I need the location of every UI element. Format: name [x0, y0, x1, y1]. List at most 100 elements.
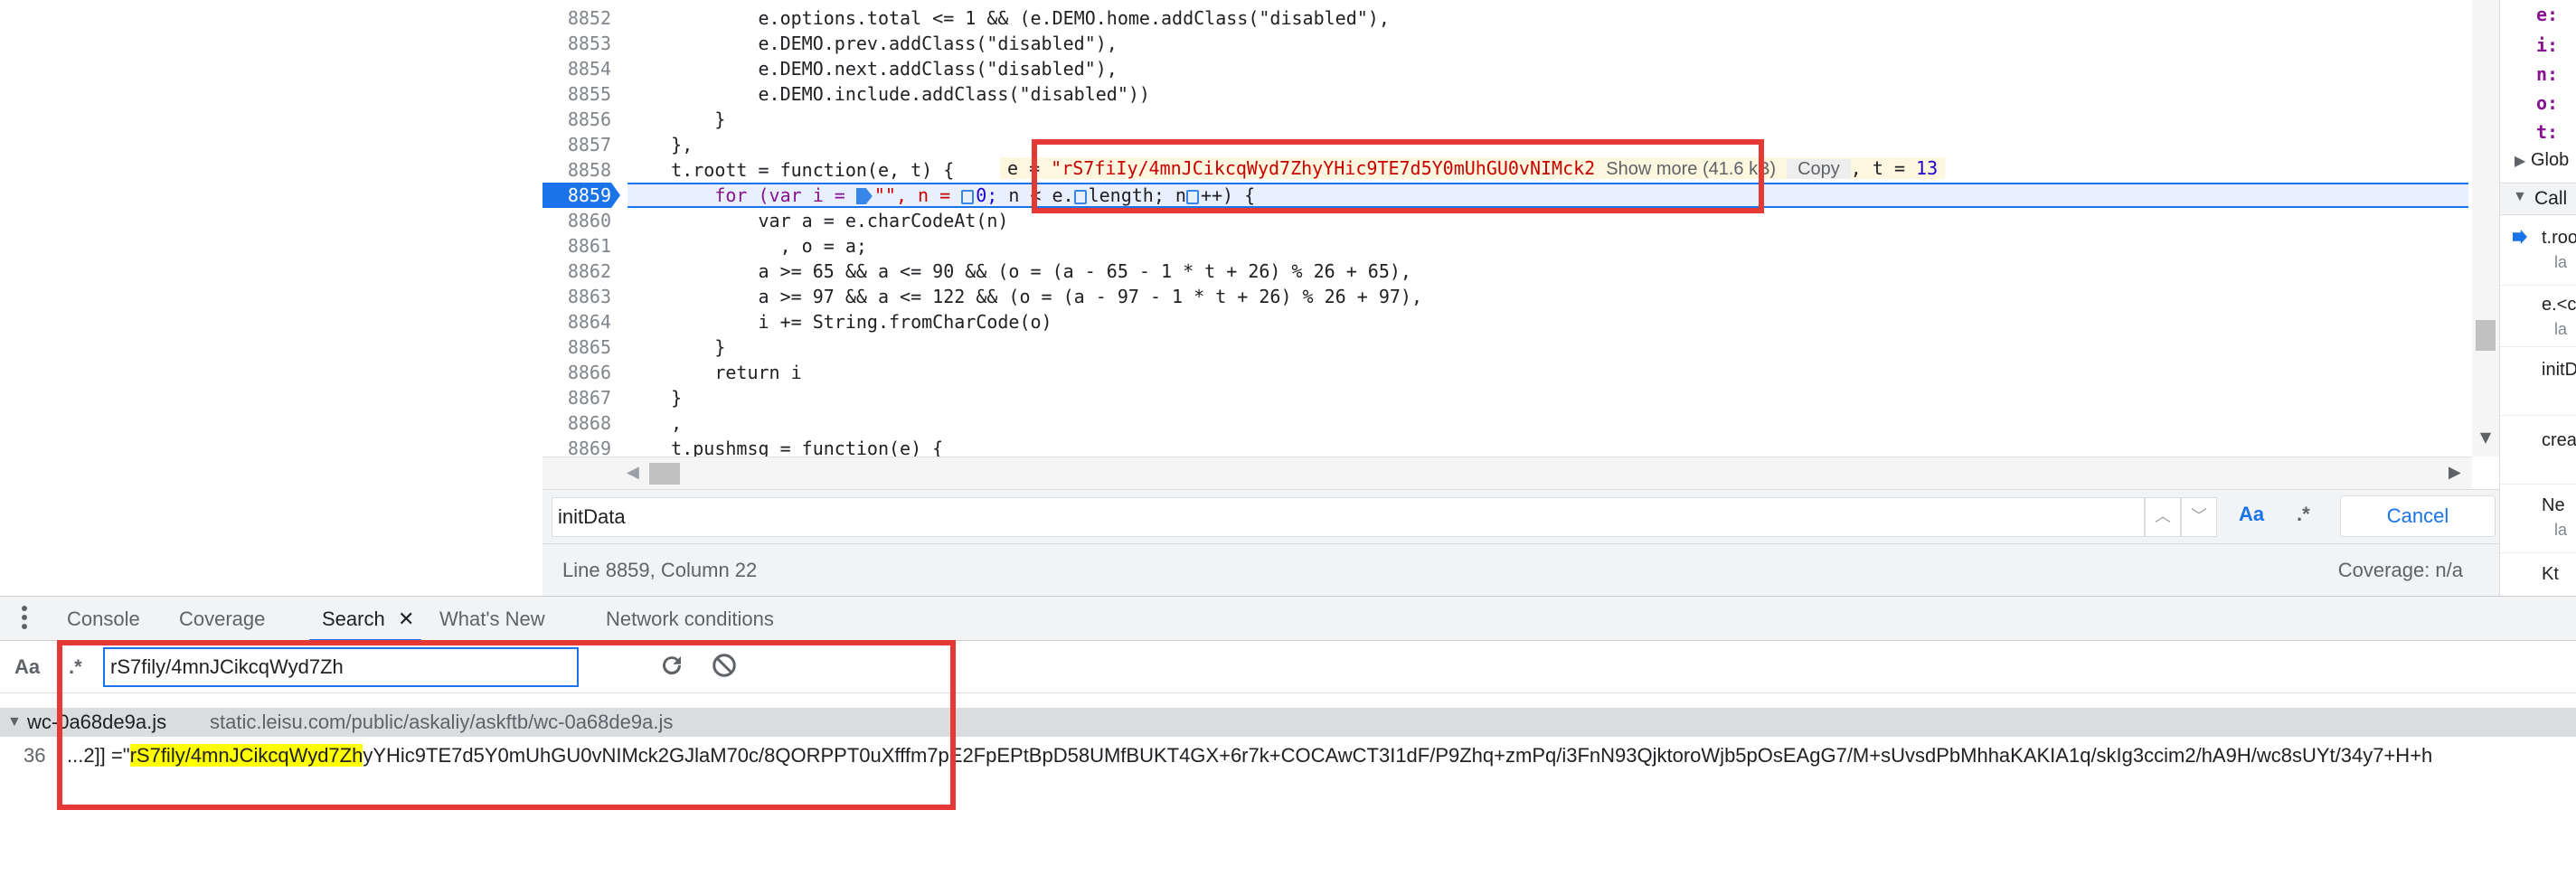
- result-file-name: wc-0a68de9a.js: [27, 711, 167, 733]
- line-number[interactable]: 8858: [543, 157, 611, 183]
- horizontal-scrollbar[interactable]: ◀ ▶: [543, 457, 2472, 489]
- line-number[interactable]: 8866: [543, 360, 611, 385]
- frame-name: crea: [2542, 430, 2576, 450]
- refresh-icon[interactable]: [658, 652, 685, 679]
- line-number[interactable]: 8854: [543, 56, 611, 81]
- frame-location: la: [2554, 253, 2568, 271]
- line-number[interactable]: 8857: [543, 132, 611, 157]
- call-stack-label: Call: [2534, 188, 2568, 209]
- vertical-scroll-thumb[interactable]: [2476, 320, 2496, 351]
- call-stack-header[interactable]: ▼ Call: [2500, 183, 2576, 215]
- scope-variable[interactable]: e:: [2536, 4, 2558, 25]
- scope-variable[interactable]: i:: [2536, 34, 2558, 56]
- call-frame[interactable]: Kt: [2500, 553, 2576, 597]
- drawer-menu-kebab-icon[interactable]: [22, 606, 29, 633]
- scope-variable[interactable]: n:: [2536, 63, 2558, 85]
- line-number[interactable]: 8853: [543, 31, 611, 56]
- close-search-tab-icon[interactable]: ✕: [398, 597, 414, 642]
- frame-location: la: [2554, 521, 2568, 539]
- call-frame[interactable]: e.<c la: [2500, 286, 2576, 347]
- coverage-status[interactable]: Coverage: n/a: [2338, 559, 2463, 582]
- code-line[interactable]: }: [627, 334, 2468, 360]
- code-segment: length; n: [1088, 184, 1186, 206]
- line-number[interactable]: 8864: [543, 309, 611, 334]
- line-number[interactable]: 8865: [543, 334, 611, 360]
- code-line[interactable]: e.DEMO.prev.addClass("disabled"),: [627, 31, 2468, 56]
- drawer-tab-bar: Console Coverage Search ✕ What's New Net…: [0, 596, 2576, 642]
- line-number[interactable]: 8868: [543, 410, 611, 436]
- match-case-toggle[interactable]: Aa: [14, 655, 40, 679]
- code-line[interactable]: var a = e.charCodeAt(n): [627, 208, 2468, 233]
- code-line[interactable]: e.options.total <= 1 && (e.DEMO.home.add…: [627, 5, 2468, 31]
- scroll-right-arrow-icon[interactable]: ▶: [2449, 463, 2461, 482]
- match-case-toggle[interactable]: Aa: [2239, 503, 2264, 526]
- code-segment: ++) {: [1200, 184, 1256, 206]
- regex-toggle[interactable]: .*: [69, 655, 82, 679]
- inline-breakpoint-icon[interactable]: [1073, 190, 1087, 204]
- line-number[interactable]: 8852: [543, 5, 611, 31]
- line-number[interactable]: 8856: [543, 107, 611, 132]
- call-frame[interactable]: Ne la: [2500, 485, 2576, 553]
- tab-coverage[interactable]: Coverage: [179, 597, 265, 642]
- clear-search-icon[interactable]: [711, 652, 738, 679]
- inline-breakpoint-icon[interactable]: [855, 188, 873, 204]
- code-line[interactable]: }: [627, 385, 2468, 410]
- cancel-button[interactable]: Cancel: [2340, 495, 2496, 537]
- inline-breakpoint-icon[interactable]: [961, 190, 975, 204]
- result-match-highlight: rS7fily/4mnJCikcqWyd7Zh: [129, 744, 363, 767]
- code-line[interactable]: a >= 65 && a <= 90 && (o = (a - 65 - 1 *…: [627, 259, 2468, 284]
- code-line[interactable]: ,: [627, 410, 2468, 436]
- tab-network-conditions[interactable]: Network conditions: [606, 597, 774, 642]
- code-editor[interactable]: 8852 8853 8854 8855 8856 8857 8858 8859 …: [543, 0, 2470, 488]
- search-input[interactable]: rS7fily/4mnJCikcqWyd7Zh: [103, 647, 579, 687]
- line-number[interactable]: 8855: [543, 81, 611, 107]
- code-line[interactable]: e.DEMO.next.addClass("disabled"),: [627, 56, 2468, 81]
- scroll-left-arrow-icon[interactable]: ◀: [627, 463, 639, 482]
- line-number[interactable]: 8861: [543, 233, 611, 259]
- code-line[interactable]: , o = a;: [627, 233, 2468, 259]
- result-line-number: 36: [24, 744, 46, 767]
- horizontal-scroll-thumb[interactable]: [649, 463, 680, 485]
- line-number[interactable]: 8867: [543, 385, 611, 410]
- global-scope-row[interactable]: ▶ Glob: [2500, 148, 2576, 179]
- find-next-chevron-down-icon[interactable]: ﹀: [2181, 497, 2217, 537]
- scope-variable[interactable]: t:: [2536, 121, 2558, 143]
- global-scope-label: Glob: [2531, 150, 2570, 170]
- tab-console[interactable]: Console: [67, 597, 140, 642]
- copy-button[interactable]: Copy: [1787, 159, 1851, 179]
- code-line[interactable]: i += String.fromCharCode(o): [627, 309, 2468, 334]
- line-number-gutter[interactable]: 8852 8853 8854 8855 8856 8857 8858 8859 …: [543, 0, 620, 488]
- find-previous-chevron-up-icon[interactable]: ︿: [2145, 497, 2181, 537]
- code-line[interactable]: a >= 97 && a <= 122 && (o = (a - 97 - 1 …: [627, 284, 2468, 309]
- code-line[interactable]: return i: [627, 360, 2468, 385]
- current-line-number-breakpoint[interactable]: 8859: [543, 183, 620, 208]
- code-line[interactable]: },: [627, 132, 2468, 157]
- call-frame[interactable]: crea: [2500, 416, 2576, 485]
- current-execution-line[interactable]: for (var i = "", n = 0; n < e. length; n +…: [627, 183, 2468, 208]
- scope-variable[interactable]: o:: [2536, 92, 2558, 114]
- inline-value-hint[interactable]: e = "rS7fiIy/4mnJCikcqWyd7ZhyYHic9TE7d5Y…: [1000, 157, 1946, 179]
- search-result-row[interactable]: 36 ...2]] ="rS7fily/4mnJCikcqWyd7ZhyYHic…: [0, 740, 2576, 771]
- search-results: ▼ wc-0a68de9a.js static.leisu.com/public…: [0, 693, 2576, 876]
- code-lines[interactable]: e.options.total <= 1 && (e.DEMO.home.add…: [627, 0, 2468, 488]
- code-line[interactable]: }: [627, 107, 2468, 132]
- call-frame[interactable]: initD: [2500, 347, 2576, 416]
- line-number[interactable]: 8860: [543, 208, 611, 233]
- hint-string-value[interactable]: "rS7fiIy/4mnJCikcqWyd7ZhyYHic9TE7d5Y0mUh…: [1051, 157, 1595, 179]
- inline-breakpoint-icon[interactable]: [1185, 190, 1199, 204]
- cursor-position: Line 8859, Column 22: [562, 559, 758, 581]
- result-prefix: ...2]] =": [67, 744, 130, 767]
- line-number[interactable]: 8862: [543, 259, 611, 284]
- code-line[interactable]: e.DEMO.include.addClass("disabled")): [627, 81, 2468, 107]
- result-file-header[interactable]: ▼ wc-0a68de9a.js static.leisu.com/public…: [0, 708, 2576, 737]
- line-number[interactable]: 8863: [543, 284, 611, 309]
- call-frame[interactable]: t.roo la: [2500, 217, 2576, 286]
- find-input[interactable]: initData: [552, 497, 2145, 537]
- show-more-button[interactable]: Show more (41.6 kB): [1595, 159, 1787, 179]
- tab-whats-new[interactable]: What's New: [439, 597, 545, 642]
- regex-toggle[interactable]: .*: [2297, 503, 2310, 526]
- scroll-down-arrow-icon[interactable]: ▼: [2474, 429, 2497, 446]
- hint-t-value: 13: [1916, 157, 1939, 179]
- collapse-triangle-icon: ▼: [7, 714, 22, 730]
- vertical-scrollbar[interactable]: [2472, 0, 2499, 457]
